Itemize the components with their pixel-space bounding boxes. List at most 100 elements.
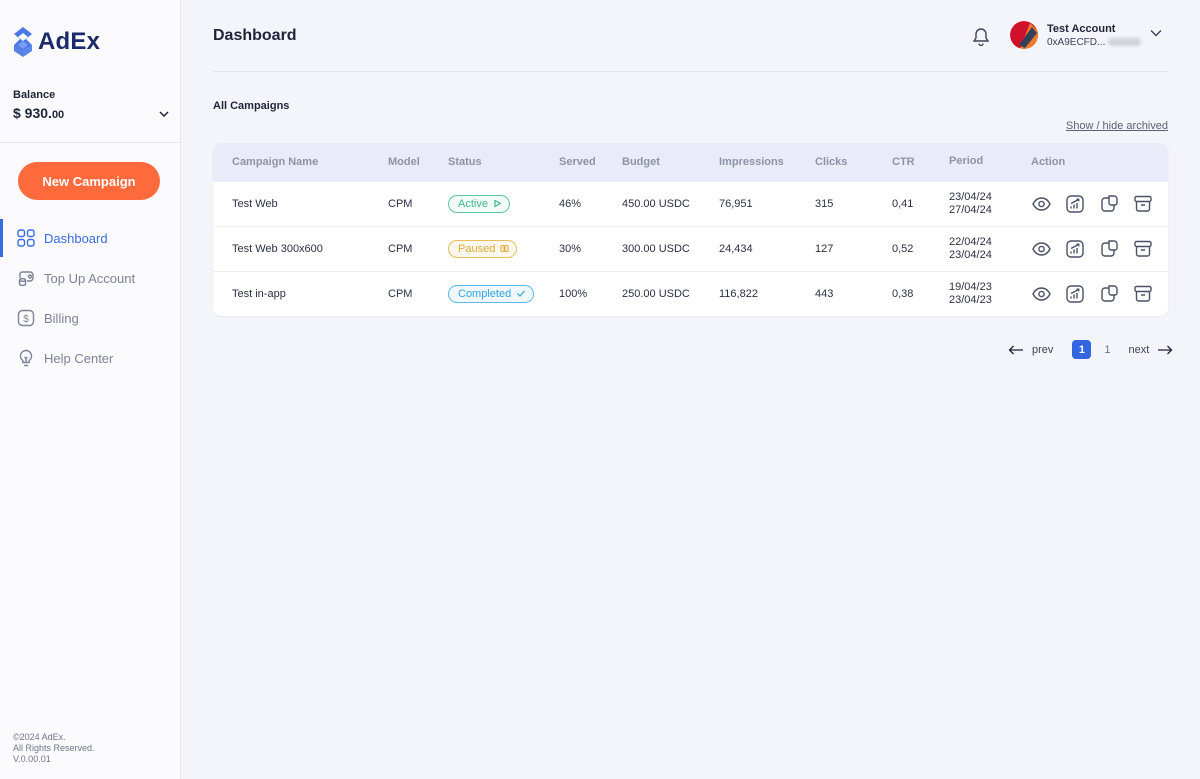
copyright: ©2024 AdEx. xyxy=(13,732,66,742)
period-value: 22/04/24 23/04/24 xyxy=(949,226,1031,271)
archive-icon[interactable] xyxy=(1133,239,1153,259)
arrow-left-icon xyxy=(1008,345,1023,354)
column-header-model[interactable]: Model xyxy=(388,143,448,181)
sidebar-item-dashboard[interactable]: Dashboard xyxy=(0,218,180,258)
served-value: 100% xyxy=(559,287,588,300)
column-header-ctr[interactable]: CTR xyxy=(892,143,949,181)
balance-cents: 00 xyxy=(51,109,65,121)
column-header-status[interactable]: Status xyxy=(448,143,559,181)
clicks-value: 443 xyxy=(815,287,834,300)
account-info: Test Account 0xA9ECFD... xyxy=(1047,23,1142,48)
current-page[interactable]: 1 xyxy=(1072,340,1092,359)
column-header-campaign-name[interactable]: Campaign Name xyxy=(213,143,388,181)
served-value: 46% xyxy=(559,197,582,210)
arrow-right-icon xyxy=(1158,345,1173,354)
duplicate-icon[interactable] xyxy=(1099,194,1119,214)
status-cell: Active xyxy=(448,181,559,226)
actions-cell xyxy=(1031,226,1168,271)
version: V.0.00.01 xyxy=(13,754,51,764)
status-badge: Completed xyxy=(448,284,535,303)
table-row[interactable]: Test Web 300x600 CPM Paused 30% 300.00 U… xyxy=(213,226,1168,271)
avatar xyxy=(1010,21,1038,49)
view-icon[interactable] xyxy=(1031,194,1051,214)
table-row[interactable]: Test in-app CPM Completed 100% 250.00 US… xyxy=(213,271,1168,316)
analytics-icon[interactable] xyxy=(1065,284,1085,304)
campaign-name[interactable]: Test Web xyxy=(213,181,388,226)
account-address: 0xA9ECFD... xyxy=(1047,36,1142,48)
duplicate-icon[interactable] xyxy=(1099,284,1119,304)
status-text: Paused xyxy=(458,242,496,255)
status-badge: Paused xyxy=(448,239,518,258)
table-header-row: Campaign Name Model Status Served Budget… xyxy=(213,143,1168,181)
period-start: 23/04/24 xyxy=(949,190,992,203)
impressions-value: 116,822 xyxy=(719,287,758,300)
archive-icon[interactable] xyxy=(1133,284,1153,304)
table-row[interactable]: Test Web CPM Active 46% 450.00 USDC 76,9… xyxy=(213,181,1168,226)
sidebar-divider xyxy=(0,142,180,143)
actions-cell xyxy=(1031,181,1168,226)
impressions-value: 76,951 xyxy=(719,197,753,210)
duplicate-icon[interactable] xyxy=(1099,239,1119,259)
status-text: Active xyxy=(458,197,488,210)
sidebar-item-label: Dashboard xyxy=(44,230,108,246)
campaign-name[interactable]: Test in-app xyxy=(213,271,388,316)
clicks-value: 315 xyxy=(815,197,834,210)
ctr-value: 0,41 xyxy=(892,197,914,210)
status-cell: Completed xyxy=(448,271,559,316)
period-value: 19/04/23 23/04/23 xyxy=(949,271,1031,316)
budget-value: 450.00 USDC xyxy=(622,197,690,210)
campaigns-table: Campaign Name Model Status Served Budget… xyxy=(213,143,1168,316)
campaign-model: CPM xyxy=(388,197,413,210)
period-value: 23/04/24 27/04/24 xyxy=(949,181,1031,226)
sidebar-item-top-up-account[interactable]: Top Up Account xyxy=(0,258,180,298)
period-end: 23/04/23 xyxy=(949,293,992,306)
bell-icon[interactable] xyxy=(972,26,990,46)
sidebar-item-help-center[interactable]: Help Center xyxy=(0,338,180,378)
prev-page-button[interactable]: prev xyxy=(1008,344,1053,356)
logo[interactable]: AdEx xyxy=(12,27,100,57)
show-hide-archived-link[interactable]: Show / hide archived xyxy=(1066,120,1168,132)
chevron-down-icon[interactable] xyxy=(159,111,169,117)
page-title: Dashboard xyxy=(213,27,297,44)
column-header-clicks[interactable]: Clicks xyxy=(815,143,892,181)
sidebar-nav: Dashboard Top Up Account $ Billing Help … xyxy=(0,218,180,378)
clicks-value: 127 xyxy=(815,242,834,255)
sidebar: AdEx Balance $ 930.00 New Campaign Dashb… xyxy=(0,0,181,779)
analytics-icon[interactable] xyxy=(1065,239,1085,259)
status-text: Completed xyxy=(458,287,512,300)
prev-label: prev xyxy=(1032,343,1054,356)
status-badge: Active xyxy=(448,194,510,213)
next-page-button[interactable]: next xyxy=(1129,344,1174,356)
check-icon xyxy=(517,290,526,298)
view-icon[interactable] xyxy=(1031,239,1051,259)
account-menu[interactable]: Test Account 0xA9ECFD... xyxy=(1010,21,1142,49)
impressions-value: 24,434 xyxy=(719,242,753,255)
balance-label: Balance xyxy=(13,89,56,101)
logo-text: AdEx xyxy=(38,28,101,55)
chevron-down-icon[interactable] xyxy=(1150,29,1162,37)
new-campaign-button[interactable]: New Campaign xyxy=(18,162,160,200)
analytics-icon[interactable] xyxy=(1065,194,1085,214)
column-header-served[interactable]: Served xyxy=(559,143,622,181)
sidebar-item-billing[interactable]: $ Billing xyxy=(0,298,180,338)
campaign-model: CPM xyxy=(388,287,413,300)
ctr-value: 0,52 xyxy=(892,242,914,255)
section-title: All Campaigns xyxy=(213,100,290,112)
account-address-text: 0xA9ECFD... xyxy=(1047,36,1106,48)
period-start: 19/04/23 xyxy=(949,280,992,293)
lightbulb-icon xyxy=(17,349,35,367)
play-icon xyxy=(494,199,502,208)
next-label: next xyxy=(1128,343,1150,356)
balance-main: $ 930. xyxy=(13,105,52,121)
dollar-icon: $ xyxy=(17,309,35,327)
archive-icon[interactable] xyxy=(1133,194,1153,214)
column-header-period[interactable]: Period xyxy=(949,143,1031,181)
column-header-impressions[interactable]: Impressions xyxy=(719,143,815,181)
campaign-name[interactable]: Test Web 300x600 xyxy=(213,226,388,271)
view-icon[interactable] xyxy=(1031,284,1051,304)
coins-wallet-icon xyxy=(17,269,35,287)
period-end: 27/04/24 xyxy=(949,203,992,216)
budget-value: 250.00 USDC xyxy=(622,287,690,300)
column-header-budget[interactable]: Budget xyxy=(622,143,719,181)
balance-selector[interactable]: Balance $ 930.00 xyxy=(13,89,169,121)
